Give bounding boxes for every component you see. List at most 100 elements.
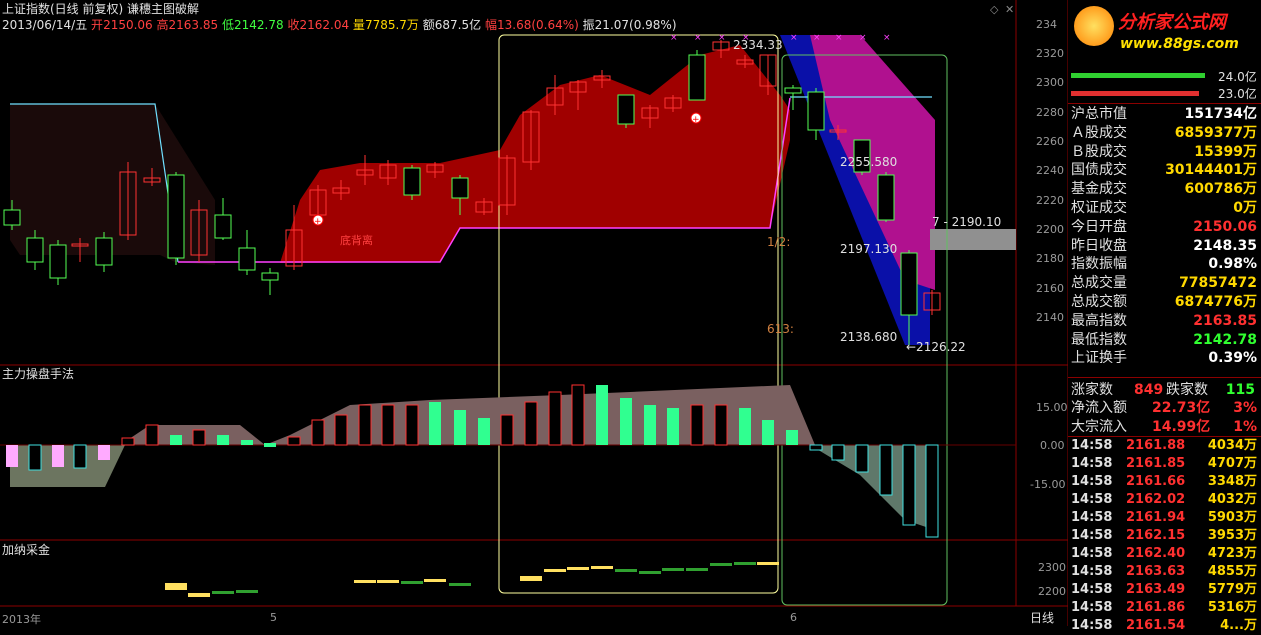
- sub1-tick: 0.00: [1040, 439, 1065, 452]
- gold-bar: [686, 568, 708, 571]
- indicator-bar: [667, 408, 679, 445]
- low-label: ←2126.22: [906, 340, 966, 354]
- price-tick: 234: [1036, 18, 1057, 31]
- indicator-bar: [454, 410, 466, 445]
- indicator-bar: [925, 444, 939, 538]
- signal-x-mark: ×: [790, 33, 798, 43]
- indicator-bar: [762, 420, 774, 445]
- stat-row: Ａ股成交 6859377万: [1071, 124, 1257, 141]
- indicator-bar: [334, 414, 348, 446]
- candle-body: [807, 91, 825, 131]
- tick-row: 14:58 2161.94 5903万: [1071, 510, 1257, 525]
- amplitude-value: 21.07(0.98%): [594, 18, 677, 32]
- x-label: 2013年: [2, 613, 41, 626]
- indicator-bar: [644, 405, 656, 445]
- sub1-title: 主力操盘手法: [2, 367, 75, 381]
- indicator-bar: [52, 445, 64, 467]
- stat-row: 总成交量 77857472: [1071, 275, 1257, 292]
- candle-body: [900, 252, 918, 316]
- indicator-bar: [855, 444, 869, 473]
- gold-bar: [567, 567, 589, 570]
- date: 2013/06/14/五: [2, 18, 88, 32]
- signal-x-mark: ×: [670, 33, 678, 43]
- indicator-bar: [548, 391, 562, 446]
- gold-bar: [734, 562, 756, 565]
- tick-row: 14:58 2162.40 4723万: [1071, 546, 1257, 561]
- stat-row: 最高指数 2163.85: [1071, 312, 1257, 329]
- sub1-tick: 15.00: [1036, 401, 1068, 414]
- logo-icon: [1074, 6, 1114, 46]
- indicator-bar: [405, 404, 419, 446]
- inflow-bar: [1071, 73, 1205, 78]
- price-tick: 2140: [1036, 311, 1064, 324]
- candle-body: [3, 209, 21, 226]
- indicator-bar: [831, 444, 845, 461]
- price-tick: 2280: [1036, 106, 1064, 119]
- price-tick: 2300: [1036, 76, 1064, 89]
- indicator-bar: [524, 401, 538, 446]
- tick-row: 14:58 2162.15 3953万: [1071, 528, 1257, 543]
- sub2-tick: 2200: [1038, 585, 1066, 598]
- price-tick: 2180: [1036, 252, 1064, 265]
- tick-row: 14:58 2161.66 3348万: [1071, 474, 1257, 489]
- indicator-bar: [690, 404, 704, 446]
- sub2-tick: 2300: [1038, 561, 1066, 574]
- indicator-bar: [620, 398, 632, 445]
- indicator-bar: [217, 435, 229, 445]
- kline-chart-area[interactable]: 底背离 × × × × × × × × × + +: [0, 0, 1068, 626]
- volume-value: 7785.7万: [364, 18, 419, 32]
- stat-row: 沪总市值 151734亿: [1071, 106, 1257, 122]
- price-tick: 2320: [1036, 47, 1064, 60]
- low-value: 2142.78: [234, 18, 284, 32]
- x-label: 5: [270, 611, 277, 624]
- gold-bar: [520, 576, 542, 581]
- tick-row: 14:58 2161.85 4707万: [1071, 456, 1257, 471]
- open-value: 2150.06: [103, 18, 153, 32]
- gold-bar: [401, 581, 423, 584]
- candle-body: [167, 174, 185, 259]
- gold-bar: [236, 590, 258, 593]
- indicator-bar: [241, 440, 253, 445]
- tick-row: 14:58 2163.49 5779万: [1071, 582, 1257, 597]
- fib-label-2: 2197.130: [840, 242, 898, 256]
- indicator-bar: [596, 385, 608, 445]
- stat-row: 昨日收盘 2148.35: [1071, 237, 1257, 254]
- stat-row: 总成交额 6874776万: [1071, 294, 1257, 310]
- breadth-row: 涨家数 849 跌家数 115: [1071, 382, 1255, 398]
- indicator-bar: [192, 429, 206, 446]
- gold-bar: [188, 593, 210, 597]
- high-value: 2163.85: [168, 18, 219, 32]
- indicator-bar: [264, 443, 276, 447]
- gold-bar: [449, 583, 471, 586]
- stat-row: 今日开盘 2150.06: [1071, 218, 1257, 235]
- indicator-bar: [809, 444, 823, 451]
- indicator-bar: [714, 404, 728, 446]
- zone-label: 底背离: [340, 233, 373, 247]
- gold-bar: [544, 569, 566, 572]
- chart-title: 上证指数(日线 前复权) 谦穗主图破解: [2, 2, 199, 16]
- change-value: 13.68(0.64%): [496, 18, 579, 32]
- indicator-bar: [879, 444, 893, 496]
- stat-row: 上证换手 0.39%: [1071, 350, 1257, 367]
- stat-row: 基金成交 600786万: [1071, 181, 1257, 198]
- indicator-bar: [6, 445, 18, 467]
- tick-row: 14:58 2161.86 5316万: [1071, 600, 1257, 615]
- candle-body: [784, 87, 802, 94]
- price-tick: 2260: [1036, 135, 1064, 148]
- logo: 分析家公式网 www.88gs.com: [1068, 0, 1261, 66]
- period-label[interactable]: 日线: [1030, 609, 1054, 626]
- tick-row: 14:58 2161.54 4...万: [1071, 618, 1257, 633]
- indicator-bar: [287, 436, 301, 446]
- indicator-bar: [358, 404, 372, 446]
- indicator-bar: [739, 408, 751, 445]
- indicator-bar: [786, 430, 798, 445]
- restore-icon[interactable]: ◇: [990, 3, 998, 16]
- price-band-box: [930, 229, 1016, 250]
- red-fill-zone: [280, 45, 790, 263]
- flow-row: 净流入额 22.73亿 3%: [1071, 400, 1257, 416]
- candle-body: [688, 54, 706, 101]
- close-icon[interactable]: ✕: [1005, 3, 1014, 16]
- stat-row: 国债成交 30144401万: [1071, 162, 1257, 179]
- price-tick: 2220: [1036, 194, 1064, 207]
- price-tick: 2200: [1036, 223, 1064, 236]
